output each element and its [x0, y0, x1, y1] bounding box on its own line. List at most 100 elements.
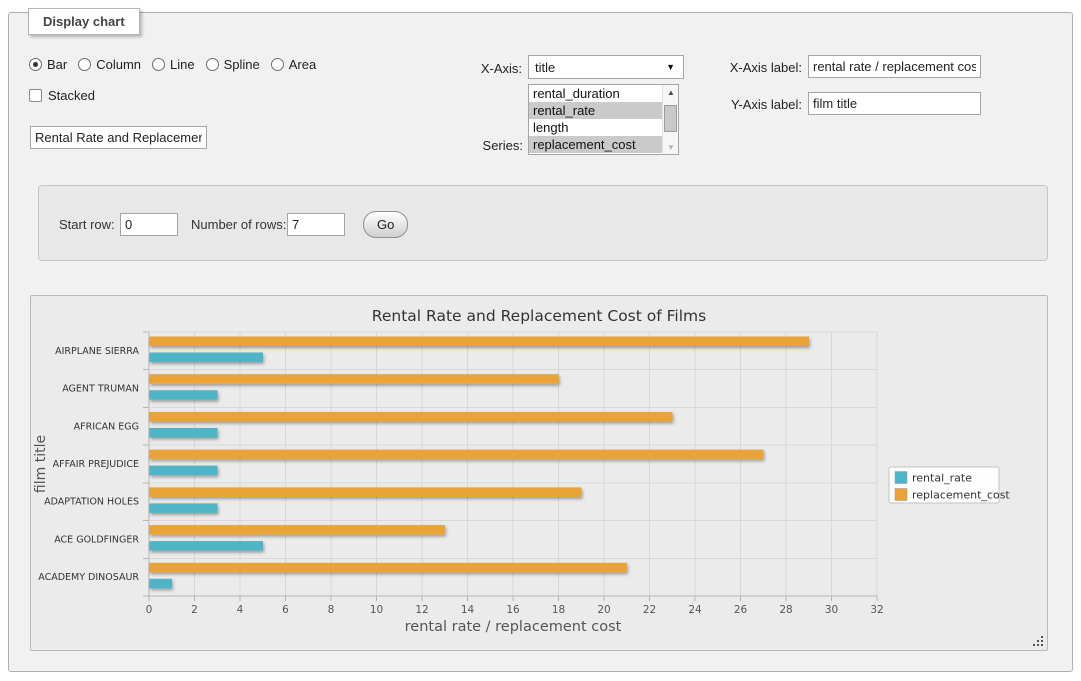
chart-type-radio-line[interactable]: Line — [152, 57, 195, 72]
x-axis-label-input[interactable] — [808, 55, 981, 78]
radio-icon[interactable] — [206, 58, 219, 71]
stacked-checkbox-label: Stacked — [48, 88, 95, 103]
svg-text:0: 0 — [146, 604, 153, 616]
radio-icon[interactable] — [29, 58, 42, 71]
stacked-checkbox-row[interactable]: Stacked — [29, 88, 95, 103]
series-replacement_cost — [150, 337, 810, 573]
chart-bars — [150, 337, 810, 589]
radio-label: Bar — [47, 57, 67, 72]
bar — [150, 412, 673, 422]
x-axis-selected-value: title — [529, 60, 666, 75]
svg-text:AFRICAN EGG: AFRICAN EGG — [74, 421, 139, 432]
svg-text:ACADEMY DINOSAUR: ACADEMY DINOSAUR — [38, 572, 139, 583]
bar — [150, 579, 173, 589]
svg-text:22: 22 — [643, 604, 656, 616]
svg-text:32: 32 — [870, 604, 883, 616]
chart-type-radio-column[interactable]: Column — [78, 57, 141, 72]
legend-item-replacement_cost[interactable]: replacement_cost — [895, 489, 1010, 502]
stacked-checkbox[interactable] — [29, 89, 42, 102]
number-of-rows-label: Number of rows: — [191, 217, 286, 232]
fieldset-legend: Display chart — [28, 8, 140, 35]
bar — [150, 525, 446, 535]
chart-type-radio-spline[interactable]: Spline — [206, 57, 260, 72]
series-rental_rate — [150, 353, 264, 589]
bar — [150, 487, 582, 497]
chart-type-radio-bar[interactable]: Bar — [29, 57, 67, 72]
chart-title-input[interactable] — [30, 126, 207, 149]
series-options: rental_durationrental_ratelengthreplacem… — [529, 85, 662, 154]
chart-legend: rental_rate replacement_cost — [889, 467, 1010, 503]
radio-icon[interactable] — [78, 58, 91, 71]
number-of-rows-input[interactable] — [287, 213, 345, 236]
svg-text:4: 4 — [237, 604, 244, 616]
series-listbox-label: Series: — [458, 138, 523, 153]
radio-icon[interactable] — [271, 58, 284, 71]
radio-label: Line — [170, 57, 195, 72]
bar — [150, 503, 218, 513]
series-listbox[interactable]: rental_durationrental_ratelengthreplacem… — [528, 84, 679, 155]
series-option-replacement_cost[interactable]: replacement_cost — [529, 136, 662, 153]
svg-text:26: 26 — [734, 604, 748, 616]
svg-text:10: 10 — [370, 604, 383, 616]
svg-text:18: 18 — [552, 604, 565, 616]
svg-text:rental_rate: rental_rate — [912, 472, 972, 485]
svg-text:16: 16 — [506, 604, 520, 616]
chart-type-radio-area[interactable]: Area — [271, 57, 316, 72]
chart-grid — [143, 332, 877, 601]
chevron-down-icon: ▼ — [666, 62, 683, 72]
bar-chart: Rental Rate and Replacement Cost of Film… — [31, 296, 1047, 650]
svg-text:AFFAIR PREJUDICE: AFFAIR PREJUDICE — [53, 459, 139, 470]
chart-type-radio-group: Bar Column Line Spline Area — [29, 57, 316, 72]
y-axis-label-input[interactable] — [808, 92, 981, 115]
svg-text:ADAPTATION HOLES: ADAPTATION HOLES — [44, 497, 139, 508]
x-axis-label-label: X-Axis label: — [714, 60, 802, 75]
bar — [150, 428, 218, 438]
x-tick-labels: 02468101214161820222426283032 — [146, 604, 884, 616]
category-labels: AIRPLANE SIERRA AGENT TRUMAN AFRICAN EGG AF… — [38, 346, 139, 583]
listbox-scrollbar[interactable]: ▲ ▼ — [662, 85, 678, 154]
row-range-panel: Start row: Number of rows: Go — [38, 185, 1048, 261]
bar — [150, 374, 559, 384]
radio-label: Column — [96, 57, 141, 72]
bar — [150, 353, 264, 363]
page: Display chart Bar Column Line Spline Area St… — [0, 0, 1081, 681]
bar — [150, 563, 628, 573]
radio-label: Spline — [224, 57, 260, 72]
bar — [150, 337, 810, 347]
x-axis-select-label: X-Axis: — [468, 61, 522, 76]
y-axis-title: film title — [33, 435, 49, 493]
svg-text:14: 14 — [461, 604, 475, 616]
bar — [150, 390, 218, 400]
svg-text:30: 30 — [825, 604, 838, 616]
scroll-down-icon[interactable]: ▼ — [663, 140, 679, 154]
svg-text:20: 20 — [597, 604, 610, 616]
bar — [150, 541, 264, 551]
x-axis-select[interactable]: title ▼ — [528, 55, 684, 79]
resize-grip-icon[interactable] — [1032, 635, 1045, 648]
svg-text:ACE GOLDFINGER: ACE GOLDFINGER — [54, 534, 139, 545]
x-axis-title: rental rate / replacement cost — [405, 619, 622, 635]
radio-label: Area — [289, 57, 316, 72]
scrollbar-thumb[interactable] — [664, 105, 677, 132]
svg-text:replacement_cost: replacement_cost — [912, 489, 1010, 502]
bar — [150, 466, 218, 476]
svg-text:AGENT TRUMAN: AGENT TRUMAN — [62, 384, 139, 395]
series-option-length[interactable]: length — [529, 119, 662, 136]
start-row-input[interactable] — [120, 213, 178, 236]
radio-icon[interactable] — [152, 58, 165, 71]
series-option-rental_rate[interactable]: rental_rate — [529, 102, 662, 119]
svg-text:8: 8 — [328, 604, 335, 616]
go-button[interactable]: Go — [363, 211, 408, 238]
svg-text:AIRPLANE SIERRA: AIRPLANE SIERRA — [55, 346, 139, 357]
start-row-label: Start row: — [59, 217, 115, 232]
svg-text:12: 12 — [415, 604, 428, 616]
y-axis-label-label: Y-Axis label: — [714, 97, 802, 112]
chart-title: Rental Rate and Replacement Cost of Film… — [372, 307, 706, 325]
svg-text:2: 2 — [191, 604, 198, 616]
legend-item-rental_rate[interactable]: rental_rate — [895, 472, 972, 485]
series-option-rental_duration[interactable]: rental_duration — [529, 85, 662, 102]
svg-text:28: 28 — [779, 604, 792, 616]
svg-text:6: 6 — [282, 604, 289, 616]
svg-text:24: 24 — [688, 604, 702, 616]
scroll-up-icon[interactable]: ▲ — [663, 85, 679, 99]
